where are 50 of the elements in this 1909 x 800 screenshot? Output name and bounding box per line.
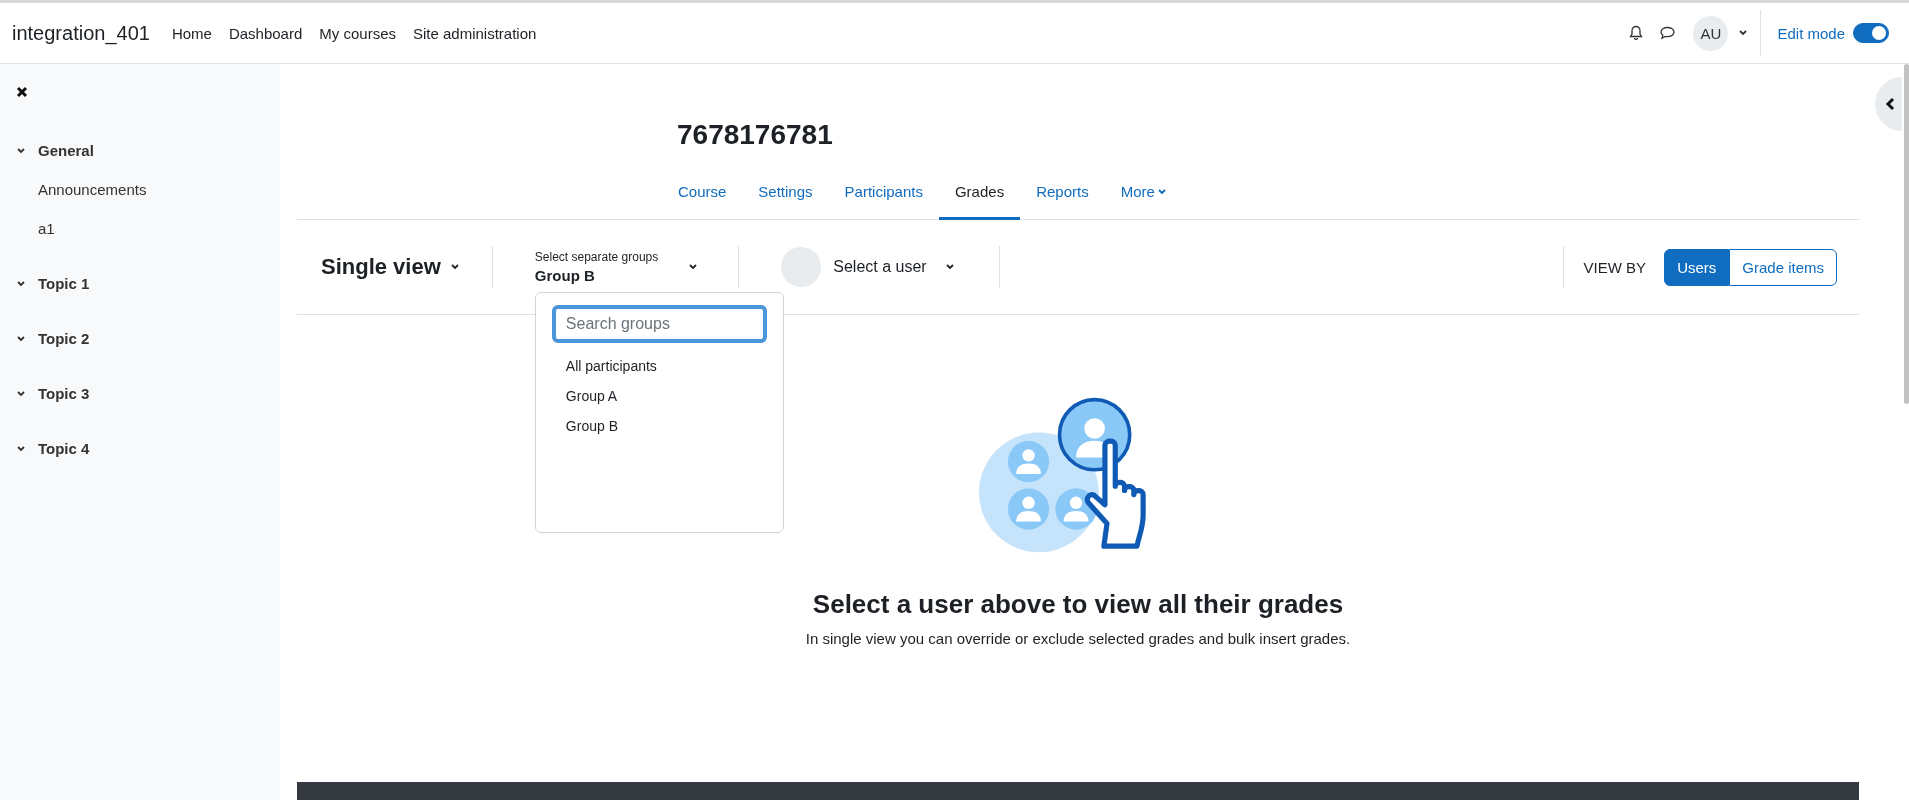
course-title: 7678176781 bbox=[677, 119, 834, 151]
section-link[interactable]: Topic 1 bbox=[38, 275, 90, 292]
scrollbar[interactable] bbox=[1904, 64, 1909, 404]
chevron-down-icon[interactable] bbox=[16, 334, 26, 343]
course-tab[interactable]: Participants bbox=[828, 183, 939, 220]
activity-link[interactable]: Announcements bbox=[38, 181, 280, 198]
course-tab[interactable]: Grades bbox=[938, 183, 1021, 220]
close-icon[interactable] bbox=[16, 86, 28, 98]
view-by-label: VIEW BY bbox=[1583, 258, 1647, 276]
section-link[interactable]: General bbox=[38, 142, 94, 159]
caret-icon bbox=[1156, 187, 1167, 196]
edit-mode-toggle[interactable] bbox=[1853, 23, 1889, 43]
view-by-button[interactable]: Users bbox=[1664, 248, 1730, 286]
nav-link[interactable]: Site administration bbox=[413, 24, 537, 42]
report-selector[interactable]: Single view bbox=[297, 254, 460, 280]
empty-state-description: In single view you can override or exclude selected grades and bulk insert grades. bbox=[805, 630, 1351, 647]
chat-bubble-icon[interactable] bbox=[1659, 25, 1677, 41]
section-link[interactable]: Topic 4 bbox=[38, 440, 90, 457]
caret-icon bbox=[449, 263, 460, 271]
search-groups-field[interactable]: Search groups bbox=[551, 305, 767, 343]
course-tab[interactable]: More bbox=[1104, 183, 1183, 220]
nav-link[interactable]: Dashboard bbox=[228, 24, 303, 42]
course-tab[interactable]: Settings bbox=[742, 183, 829, 220]
user-avatar[interactable]: AU bbox=[1693, 15, 1729, 51]
caret-icon bbox=[944, 263, 955, 271]
chevron-down-icon[interactable] bbox=[16, 146, 26, 155]
edit-mode-label: Edit mode bbox=[1777, 24, 1845, 42]
group-selector[interactable]: Select separate groups Group B bbox=[534, 250, 699, 284]
user-selector[interactable]: Select a user bbox=[781, 247, 955, 287]
view-by-button[interactable]: Grade items bbox=[1729, 248, 1837, 286]
site-name-link[interactable]: integration_401 bbox=[12, 21, 150, 45]
caret-icon bbox=[688, 263, 699, 271]
empty-state-heading: Select a user above to view all their grades bbox=[812, 589, 1344, 620]
nav-link[interactable]: My courses bbox=[319, 24, 396, 42]
section-link[interactable]: Topic 3 bbox=[38, 385, 90, 402]
chevron-down-icon[interactable] bbox=[16, 444, 26, 453]
course-tab[interactable]: Course bbox=[677, 183, 743, 220]
activity-link[interactable]: a1 bbox=[38, 220, 280, 237]
group-option[interactable]: Group B bbox=[551, 411, 767, 441]
section-link[interactable]: Topic 2 bbox=[38, 330, 90, 347]
group-option[interactable]: Group A bbox=[551, 381, 767, 411]
notification-bell-icon[interactable] bbox=[1628, 25, 1645, 41]
chevron-left-icon bbox=[1885, 97, 1895, 111]
nav-link[interactable]: Home bbox=[171, 24, 212, 42]
drawer-toggle-button[interactable] bbox=[1875, 77, 1902, 131]
group-option[interactable]: All participants bbox=[551, 351, 767, 381]
chevron-down-icon[interactable] bbox=[16, 389, 26, 398]
chevron-down-icon[interactable] bbox=[16, 279, 26, 288]
course-tab[interactable]: Reports bbox=[1020, 183, 1105, 220]
caret-icon[interactable] bbox=[1738, 29, 1749, 37]
